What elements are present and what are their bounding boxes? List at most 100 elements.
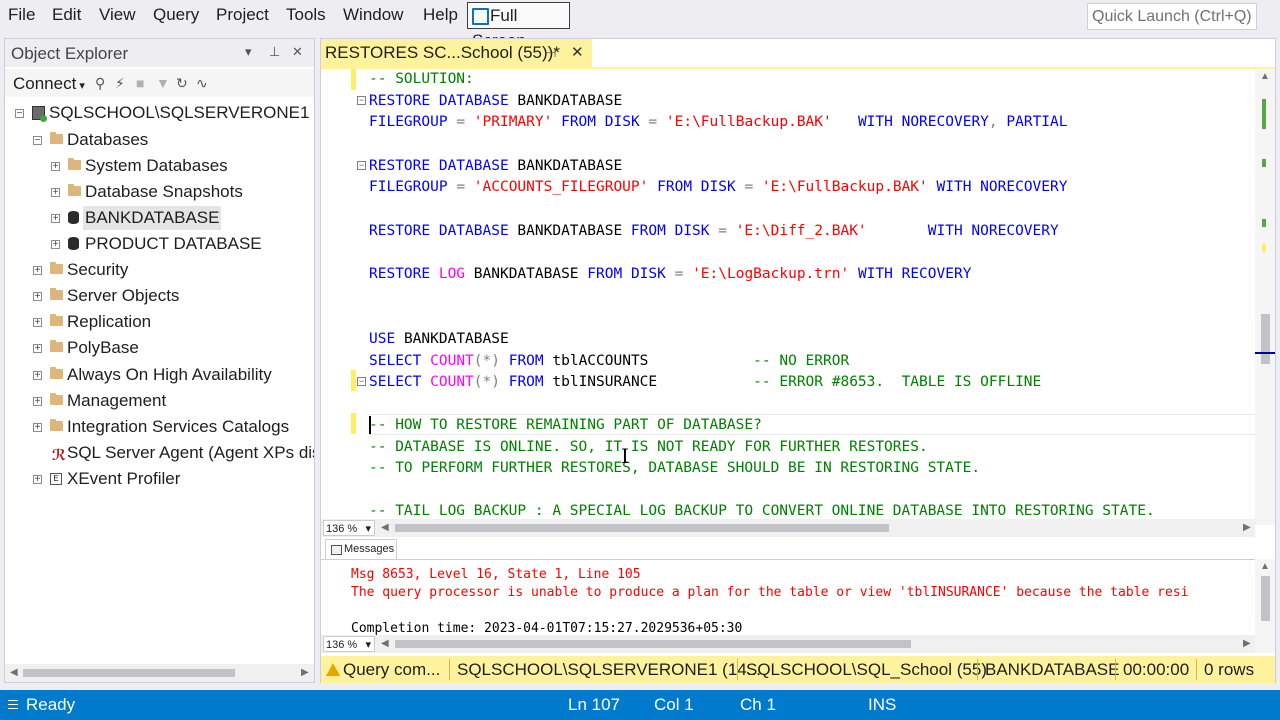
expand-icon[interactable]: +: [51, 162, 60, 172]
change-marker: [351, 413, 356, 434]
message-line: The query processor is unable to produce…: [351, 585, 1189, 600]
close-tab-icon[interactable]: ✕: [571, 39, 584, 67]
menu-file[interactable]: File: [8, 5, 35, 25]
expand-icon[interactable]: +: [51, 240, 60, 250]
tree-label: Server Objects: [67, 286, 180, 305]
editor-vscrollbar[interactable]: ▲: [1255, 69, 1275, 525]
xevent-icon: E: [50, 473, 62, 485]
status-ready: Ready: [26, 695, 76, 714]
code-line: -- HOW TO RESTORE REMAINING PART OF DATA…: [369, 417, 762, 433]
status-insert-mode: INS: [868, 695, 897, 714]
outline-collapse-icon[interactable]: −: [357, 161, 366, 170]
scroll-left-icon[interactable]: ◀: [381, 638, 389, 649]
expand-icon[interactable]: +: [33, 292, 42, 302]
collapse-icon[interactable]: −: [15, 109, 24, 119]
change-mark: [1262, 244, 1266, 252]
code-line: RESTORE DATABASE BANKDATABASE FROM DISK …: [369, 223, 1059, 239]
folder-icon: [50, 393, 63, 405]
expand-icon[interactable]: +: [33, 423, 42, 433]
menu-window[interactable]: Window: [343, 5, 403, 25]
tree-label: BANKDATABASE: [83, 206, 222, 230]
message-line: Msg 8653, Level 16, State 1, Line 105: [351, 567, 641, 582]
tree-label: PRODUCT DATABASE: [85, 234, 262, 253]
disconnect-icon[interactable]: ⚡: [115, 75, 125, 92]
filter-icon[interactable]: ▼: [156, 75, 170, 91]
status-char: Ch 1: [740, 695, 776, 714]
full-screen-button[interactable]: Full Screen: [467, 2, 570, 50]
code-line: RESTORE DATABASE BANKDATABASE: [369, 158, 623, 174]
zoom-select[interactable]: 136 % ▾: [323, 520, 375, 536]
scroll-thumb[interactable]: [1261, 576, 1270, 621]
scroll-thumb[interactable]: [1261, 314, 1270, 364]
expand-icon[interactable]: +: [33, 371, 42, 381]
collapse-icon[interactable]: −: [33, 136, 42, 146]
tab-messages[interactable]: Messages: [325, 539, 397, 559]
messages-pane[interactable]: Msg 8653, Level 16, State 1, Line 105 Th…: [321, 559, 1255, 635]
change-mark: [1262, 159, 1266, 167]
folder-icon: [50, 262, 63, 274]
editor-zoom-bar: 136 % ▾ ◀ ▶: [321, 519, 1255, 537]
zoom-select[interactable]: 136 % ▾: [323, 636, 375, 652]
scroll-right-icon[interactable]: ▶: [1243, 522, 1251, 533]
zoom-value: 136 %: [326, 523, 358, 535]
scroll-up-icon[interactable]: ▲: [1260, 71, 1270, 82]
scroll-right-icon[interactable]: ▶: [1243, 638, 1251, 649]
activity-monitor-icon[interactable]: ∿: [196, 75, 208, 92]
scroll-thumb[interactable]: [23, 669, 235, 677]
query-status-bar: Query com... SQLSCHOOL\SQLSERVERONE1 (14…: [321, 656, 1275, 683]
outline-collapse-icon[interactable]: −: [357, 377, 366, 386]
tree-label: XEvent Profiler: [67, 469, 181, 488]
menu-edit[interactable]: Edit: [52, 5, 81, 25]
object-explorer-hscrollbar[interactable]: ◀ ▶: [5, 664, 314, 682]
status-line: Ln 107: [568, 695, 620, 714]
connect-plug-icon[interactable]: ⚲: [95, 75, 105, 92]
status-bar: Ready Ln 107 Col 1 Ch 1 INS: [0, 690, 1280, 720]
expand-icon[interactable]: +: [33, 397, 42, 407]
dropdown-icon[interactable]: ▾: [245, 44, 252, 60]
code-line: USE BANKDATABASE: [369, 331, 509, 347]
menu-view[interactable]: View: [99, 5, 136, 25]
messages-vscrollbar[interactable]: ▲: [1255, 559, 1275, 653]
menu-tools[interactable]: Tools: [286, 5, 326, 25]
menu-help[interactable]: Help: [423, 5, 458, 25]
change-mark: [1262, 219, 1266, 227]
pin-icon[interactable]: ⊣: [546, 39, 556, 67]
refresh-icon[interactable]: ↻: [176, 75, 188, 92]
code-line: SELECT COUNT(*) FROM tblINSURANCE -- ERR…: [369, 374, 1042, 390]
expand-icon[interactable]: +: [33, 475, 42, 485]
scroll-left-icon[interactable]: ◀: [10, 667, 18, 678]
expand-icon[interactable]: +: [51, 188, 60, 198]
mouse-ibeam-icon: I: [621, 444, 629, 468]
expand-icon[interactable]: +: [33, 318, 42, 328]
folder-icon: [68, 158, 81, 170]
stop-icon[interactable]: ■: [136, 75, 144, 91]
database-icon: [68, 237, 79, 250]
scroll-up-icon[interactable]: ▲: [1260, 561, 1270, 572]
tab-restores-query[interactable]: RESTORES SC...School (55))* ⊣ ✕: [321, 39, 592, 67]
outline-collapse-icon[interactable]: −: [357, 96, 366, 105]
warning-icon: [326, 663, 340, 676]
close-icon[interactable]: ✕: [292, 44, 303, 60]
query-login: SQLSCHOOL\SQL_School (55): [746, 660, 987, 679]
pin-icon[interactable]: ⊥: [269, 44, 280, 60]
code-editor[interactable]: -- SOLUTION: − RESTORE DATABASE BANKDATA…: [321, 69, 1275, 525]
messages-zoom-bar: 136 % ▾ ◀ ▶: [321, 635, 1255, 653]
quick-launch-input[interactable]: Quick Launch (Ctrl+Q): [1087, 3, 1257, 30]
tab-title: RESTORES SC...School (55))*: [325, 43, 560, 62]
tree-label: Always On High Availability: [67, 365, 272, 384]
menu-project[interactable]: Project: [216, 5, 269, 25]
expand-icon[interactable]: +: [51, 214, 60, 224]
expand-icon[interactable]: +: [33, 266, 42, 276]
tree-label: Replication: [67, 312, 152, 331]
scroll-right-icon[interactable]: ▶: [301, 667, 309, 678]
code-line: RESTORE DATABASE BANKDATABASE: [369, 93, 623, 109]
object-explorer-toolbar: Connect ▾ ⚲ ⚡ ■ ▼ ↻ ∿: [5, 69, 314, 97]
connect-button[interactable]: Connect ▾: [13, 74, 85, 94]
scroll-left-icon[interactable]: ◀: [381, 522, 389, 533]
output-icon: [8, 700, 18, 709]
scroll-thumb[interactable]: [395, 524, 889, 532]
object-explorer-tree: − SQLSCHOOL\SQLSERVERONE1 (SQ − Database…: [5, 101, 314, 661]
scroll-thumb[interactable]: [395, 640, 911, 648]
expand-icon[interactable]: +: [33, 344, 42, 354]
menu-query[interactable]: Query: [153, 5, 199, 25]
